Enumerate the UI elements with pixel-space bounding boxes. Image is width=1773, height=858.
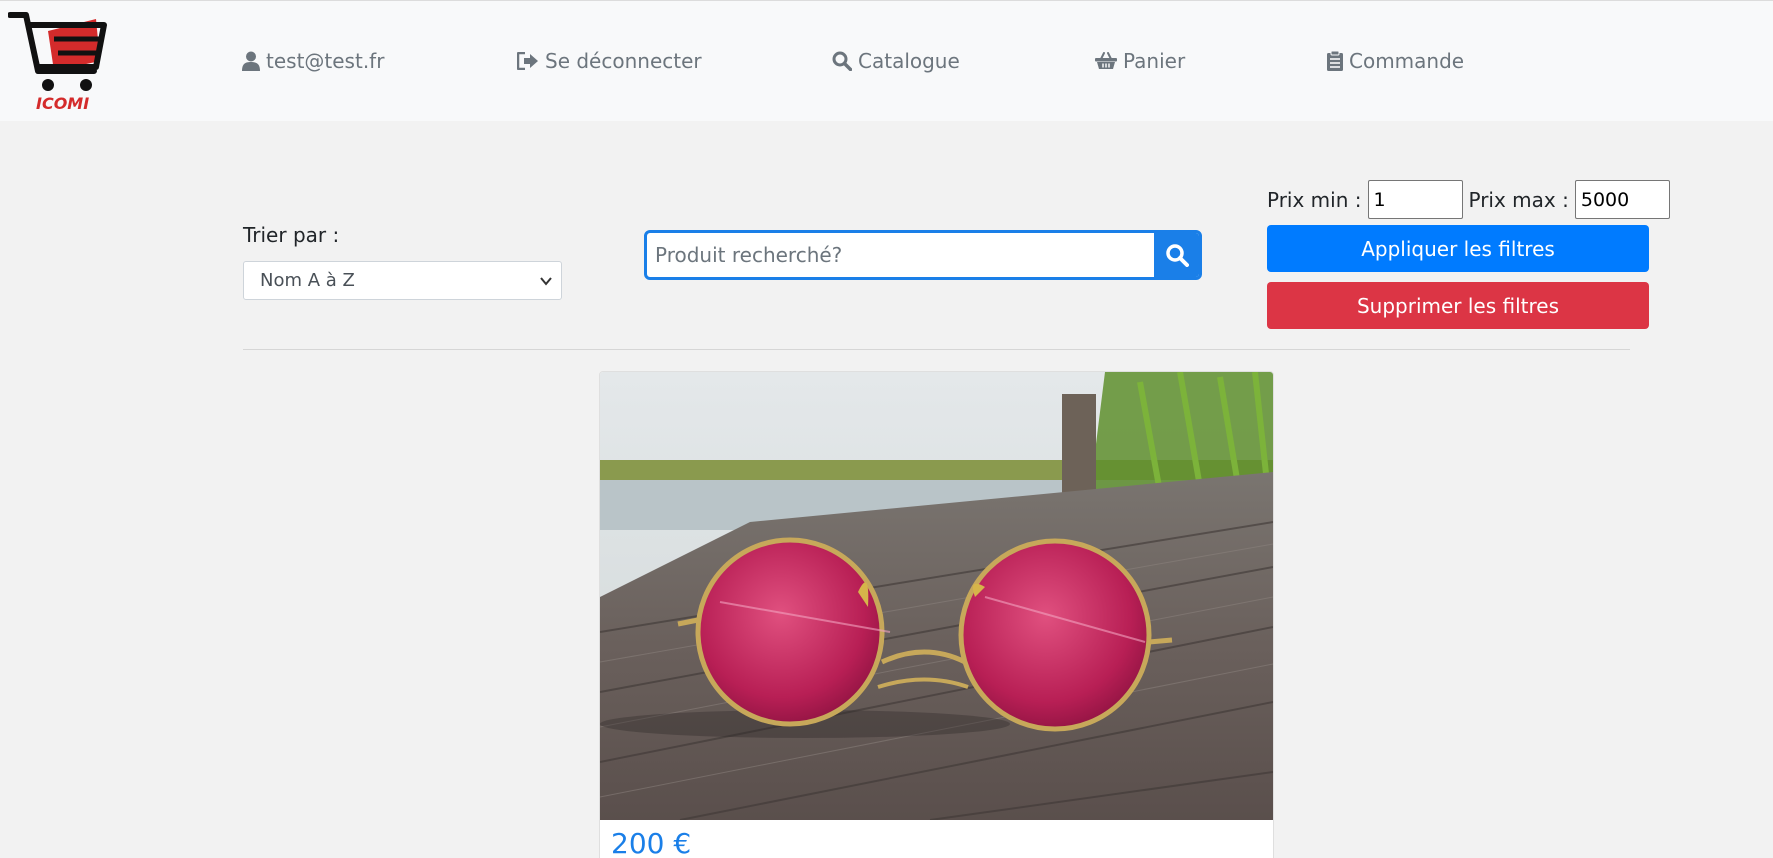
user-icon bbox=[242, 51, 260, 71]
product-card[interactable]: 200 € bbox=[599, 371, 1274, 858]
price-max-input[interactable] bbox=[1574, 180, 1670, 219]
nav-cart[interactable]: Panier bbox=[1095, 47, 1185, 75]
sort-select[interactable]: Nom A à Z bbox=[243, 261, 562, 300]
price-min-label: Prix min : bbox=[1267, 187, 1362, 212]
product-image[interactable] bbox=[600, 372, 1273, 820]
navbar: ICOMI test@test.fr Se déconnecter Catalo… bbox=[0, 0, 1773, 121]
shopping-cart-logo-icon: ICOMI bbox=[7, 12, 107, 113]
nav-logout-label: Se déconnecter bbox=[545, 49, 702, 73]
brand-logo[interactable]: ICOMI bbox=[7, 9, 108, 113]
search-input[interactable] bbox=[647, 233, 1154, 277]
chevron-down-icon bbox=[540, 277, 552, 286]
nav-order[interactable]: Commande bbox=[1327, 47, 1464, 75]
nav-logout[interactable]: Se déconnecter bbox=[517, 47, 702, 75]
nav-catalog[interactable]: Catalogue bbox=[832, 47, 960, 75]
divider bbox=[243, 349, 1630, 350]
search-icon bbox=[1165, 244, 1189, 267]
basket-icon bbox=[1095, 52, 1117, 69]
product-price: 200 € bbox=[611, 827, 692, 858]
nav-order-label: Commande bbox=[1349, 49, 1465, 73]
clipboard-icon bbox=[1327, 51, 1343, 71]
apply-filters-button[interactable]: Appliquer les filtres bbox=[1267, 225, 1649, 272]
sign-out-icon bbox=[517, 52, 538, 70]
price-min-input[interactable] bbox=[1367, 180, 1463, 219]
clear-filters-button[interactable]: Supprimer les filtres bbox=[1267, 282, 1649, 329]
nav-user-label: test@test.fr bbox=[266, 49, 385, 73]
nav-cart-label: Panier bbox=[1123, 49, 1186, 73]
nav-user[interactable]: test@test.fr bbox=[242, 47, 384, 75]
search-icon bbox=[832, 51, 852, 71]
sort-selected-value: Nom A à Z bbox=[260, 270, 355, 291]
price-max-label: Prix max : bbox=[1468, 187, 1569, 212]
svg-text:ICOMI: ICOMI bbox=[36, 94, 89, 113]
search-box bbox=[644, 230, 1202, 280]
search-button[interactable] bbox=[1154, 233, 1199, 277]
nav-catalog-label: Catalogue bbox=[858, 49, 960, 73]
sort-label: Trier par : bbox=[243, 223, 340, 247]
price-filter-row: Prix min : Prix max : bbox=[1267, 180, 1670, 219]
